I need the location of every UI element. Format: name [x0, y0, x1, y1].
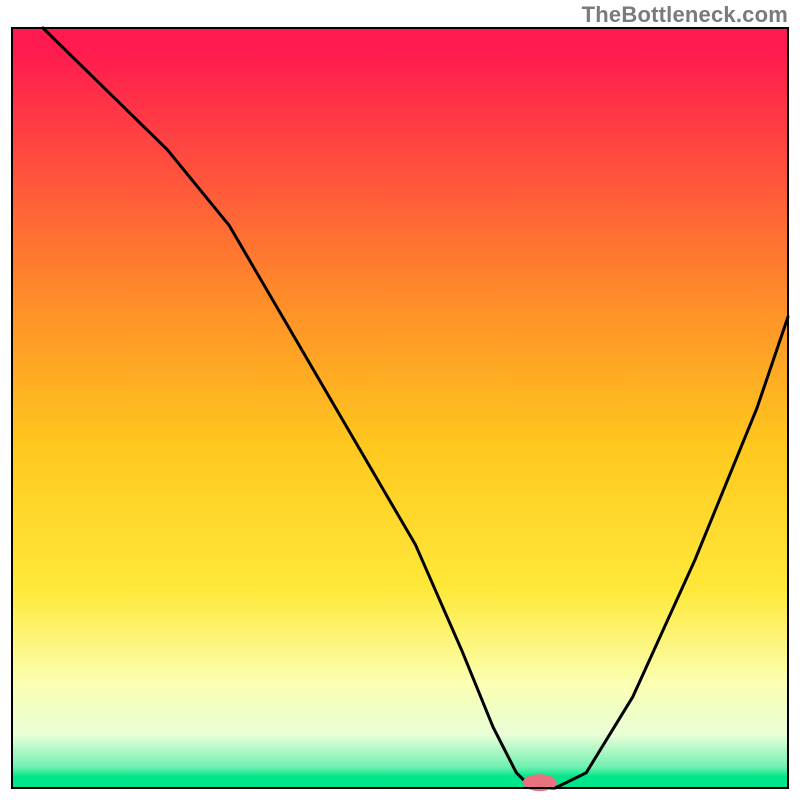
chart-frame: TheBottleneck.com — [0, 0, 800, 800]
bottleneck-chart — [0, 0, 800, 800]
chart-background — [12, 28, 788, 788]
watermark-label: TheBottleneck.com — [582, 2, 788, 28]
